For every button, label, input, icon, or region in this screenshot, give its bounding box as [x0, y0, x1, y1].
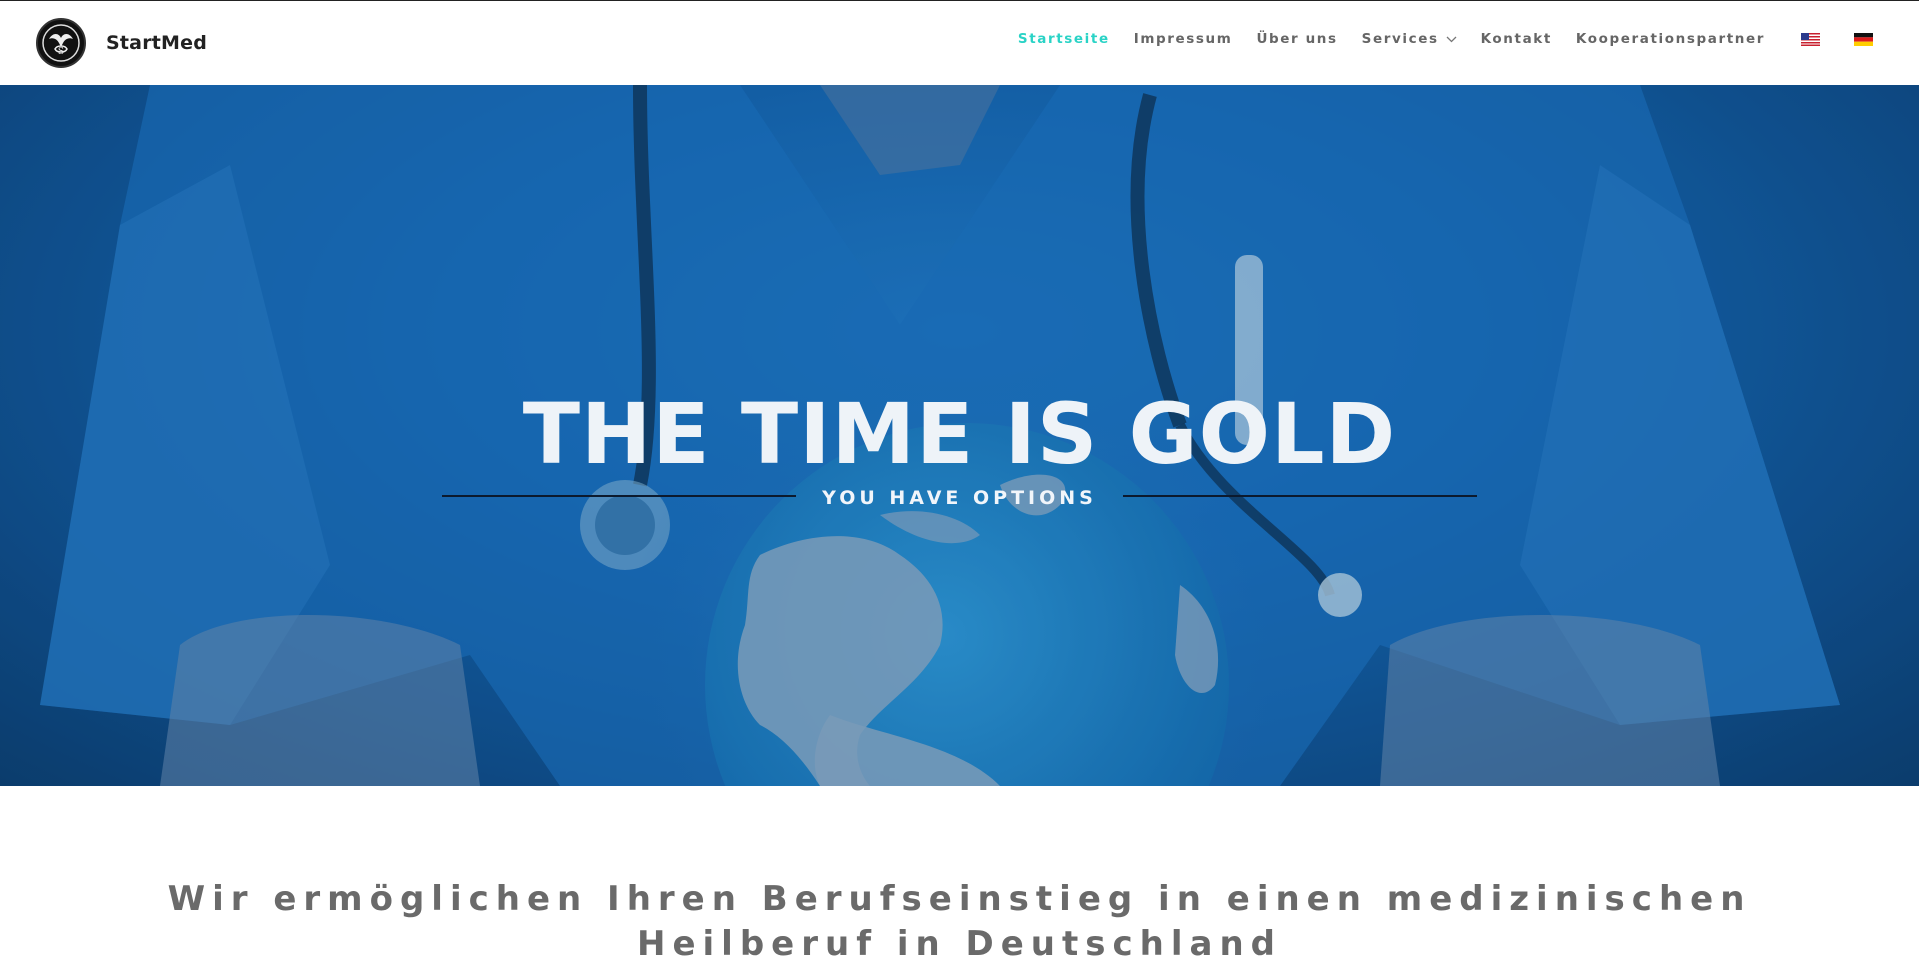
nav-kooperationspartner[interactable]: Kooperationspartner [1576, 31, 1765, 47]
nav-impressum[interactable]: Impressum [1134, 31, 1233, 47]
chevron-down-icon [1446, 31, 1457, 47]
site-header: S StartMed Startseite Impressum Über uns… [0, 0, 1919, 85]
nav-services-label: Services [1361, 31, 1439, 47]
flag-de-icon[interactable] [1854, 32, 1873, 46]
intro-tagline: Wir ermöglichen Ihren Berufseinstieg in … [167, 879, 1752, 964]
logo-link[interactable]: S StartMed [36, 18, 207, 68]
hero-subtitle: YOU HAVE OPTIONS [822, 487, 1097, 509]
main-nav: Startseite Impressum Über uns Services K… [994, 31, 1873, 47]
hero-title: THE TIME IS GOLD [522, 385, 1397, 483]
nav-startseite[interactable]: Startseite [1018, 31, 1110, 47]
hero-banner: THE TIME IS GOLD YOU HAVE OPTIONS [0, 85, 1919, 786]
startmed-logo-icon: S [36, 18, 86, 68]
brand-name[interactable]: StartMed [106, 32, 207, 54]
nav-ueber-uns[interactable]: Über uns [1256, 31, 1337, 47]
flag-us-icon[interactable] [1801, 32, 1820, 46]
nav-kontakt[interactable]: Kontakt [1481, 31, 1552, 47]
nav-services[interactable]: Services [1362, 31, 1457, 47]
svg-text:S: S [58, 47, 64, 57]
